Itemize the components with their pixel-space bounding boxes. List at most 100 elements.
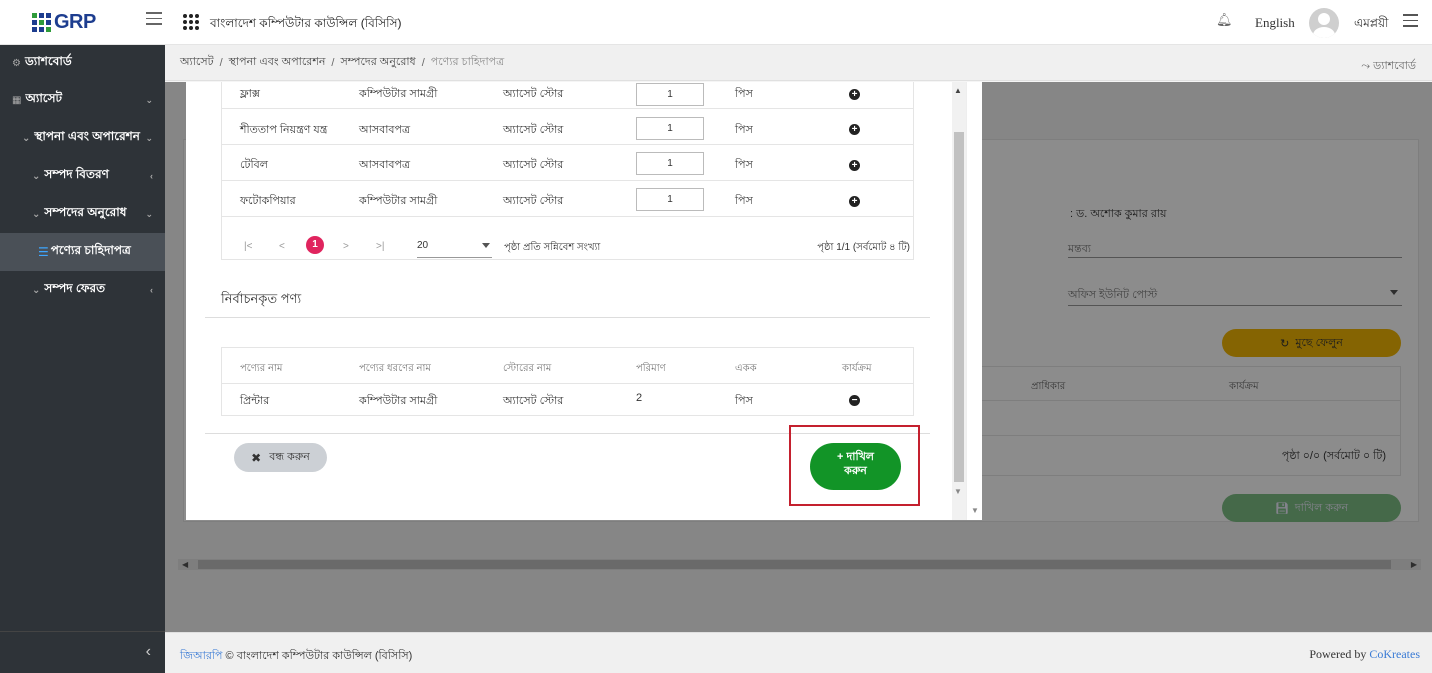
breadcrumb-item[interactable]: স্থাপনা এবং অপারেশন: [229, 53, 326, 72]
page-info: পৃষ্ঠা 1/1 (সর্বমোট ৪ টি): [817, 242, 910, 253]
scroll-up-icon[interactable]: ▲: [954, 86, 962, 95]
remove-icon[interactable]: −: [849, 395, 860, 406]
page-number-button[interactable]: 1: [306, 236, 324, 254]
sidebar-item-label: ড্যাশবোর্ড: [24, 54, 72, 68]
scroll-down-icon[interactable]: ▼: [954, 487, 962, 496]
sidebar-toggle-icon[interactable]: [146, 12, 162, 26]
selected-products-title: নির্বাচনকৃত পণ্য: [221, 291, 302, 306]
close-button[interactable]: ✖ বন্ধ করুন: [234, 443, 327, 472]
sidebar-footer: ‹: [0, 631, 165, 673]
submit-label-line2: করুন: [844, 465, 867, 477]
add-icon[interactable]: +: [849, 160, 860, 171]
sidebar-item-label: স্থাপনা এবং অপারেশন: [34, 129, 140, 143]
selected-products-table: পণ্যের নাম পণ্যের ধরণের নাম স্টোরের নাম …: [221, 347, 914, 416]
org-title: বাংলাদেশ কম্পিউটার কাউন্সিল (বিসিসি): [210, 16, 402, 30]
column-header: কার্যক্রম: [842, 363, 872, 374]
close-label: বন্ধ করুন: [269, 451, 310, 463]
menu-icon[interactable]: [1403, 14, 1418, 28]
bell-icon[interactable]: 🔔︎: [1216, 12, 1233, 28]
close-icon: ✖: [251, 450, 262, 465]
chevron-left-icon: ‹: [150, 285, 153, 295]
table-row: টেবিল আসবাবপত্র অ্যাসেট স্টোর 1 পিস +: [222, 145, 913, 181]
page-scrollbar[interactable]: ▼: [966, 82, 982, 520]
next-page-icon[interactable]: >: [343, 241, 349, 252]
logo-mark-icon: [32, 12, 51, 32]
product-type: আসবাবপত্র: [359, 124, 411, 136]
apps-grid-icon[interactable]: [183, 14, 199, 30]
quantity-input[interactable]: 1: [636, 188, 704, 211]
caret-down-icon: [482, 243, 490, 248]
sidebar-item-request[interactable]: ⌄ সম্পদের অনুরোধ ⌄: [0, 195, 165, 233]
store-name: অ্যাসেট স্টোর: [503, 395, 564, 407]
chevron-down-icon: ⌄: [145, 208, 153, 219]
breadcrumb-item[interactable]: অ্যাসেট: [180, 53, 214, 72]
scrollbar-thumb[interactable]: [954, 132, 964, 482]
page-size-select[interactable]: 20: [417, 236, 492, 258]
grp-logo[interactable]: GRP: [0, 0, 130, 45]
modal-scrollbar[interactable]: ▲ ▼: [952, 82, 966, 520]
asset-icon: ▦: [12, 94, 22, 106]
sidebar-item-label: সম্পদ ফেরত: [44, 281, 106, 295]
quantity-input[interactable]: 1: [636, 152, 704, 175]
product-name: ফটোকপিয়ার: [240, 195, 296, 207]
breadcrumb-separator: /: [331, 56, 335, 69]
powered-prefix: Powered by: [1309, 647, 1370, 661]
sidebar-item-dashboard[interactable]: ⚙ ড্যাশবোর্ড: [0, 45, 165, 81]
prev-page-icon[interactable]: <: [279, 241, 285, 252]
unit: পিস: [735, 395, 753, 407]
product-name: ফ্লাক্স: [240, 88, 260, 100]
dashboard-link-label: ড্যাশবোর্ড: [1373, 60, 1416, 72]
dashboard-icon: ⚙: [12, 57, 21, 69]
first-page-icon[interactable]: |<: [244, 241, 252, 252]
chevron-down-icon: ⌄: [32, 170, 41, 182]
add-icon[interactable]: +: [849, 196, 860, 207]
collapse-sidebar-icon[interactable]: ‹: [146, 643, 151, 661]
unit: পিস: [735, 124, 753, 136]
product-type: কম্পিউটার সামগ্রী: [359, 195, 438, 207]
dashboard-link[interactable]: ⤳ ড্যাশবোর্ড: [1361, 57, 1416, 76]
pagination: |< < 1 > >| 20 পৃষ্ঠা প্রতি সন্নিবেশ সংখ…: [222, 226, 913, 260]
avatar[interactable]: [1309, 8, 1339, 38]
breadcrumb-current: পণ্যের চাহিদাপত্র: [430, 56, 505, 68]
sidebar: ⚙ ড্যাশবোর্ড ▦ অ্যাসেট ⌄ ⌄ স্থাপনা এবং অ…: [0, 45, 165, 673]
sidebar-item-distribution[interactable]: ⌄ সম্পদ বিতরণ ‹: [0, 157, 165, 195]
sidebar-item-install-ops[interactable]: ⌄ স্থাপনা এবং অপারেশন ⌄: [0, 119, 165, 157]
product-name: শীততাপ নিয়ন্ত্রণ যন্ত্র: [240, 124, 328, 136]
scroll-down-icon[interactable]: ▼: [971, 506, 979, 515]
plus-icon: +: [836, 451, 844, 463]
product-type: কম্পিউটার সামগ্রী: [359, 395, 438, 407]
available-products-table: ফ্লাক্স কম্পিউটার সামগ্রী অ্যাসেট স্টোর …: [221, 82, 914, 260]
page-size-label: পৃষ্ঠা প্রতি সন্নিবেশ সংখ্যা: [504, 242, 601, 253]
language-switch[interactable]: English: [1255, 15, 1295, 31]
sidebar-item-return[interactable]: ⌄ সম্পদ ফেরত ‹: [0, 271, 165, 309]
column-header: একক: [735, 363, 757, 374]
footer-brand-link[interactable]: জিআরপি: [180, 650, 222, 662]
unit: পিস: [735, 159, 753, 171]
cokreates-link[interactable]: CoKreates: [1369, 647, 1420, 661]
sidebar-item-requisition[interactable]: ☰ পণ্যের চাহিদাপত্র: [0, 233, 165, 271]
sidebar-item-label: পণ্যের চাহিদাপত্র: [50, 243, 131, 257]
store-name: অ্যাসেট স্টোর: [503, 195, 564, 207]
footer-copyright: জিআরপি © বাংলাদেশ কম্পিউটার কাউন্সিল (বি…: [180, 647, 412, 666]
page-size-value: 20: [417, 240, 429, 251]
sidebar-item-label: অ্যাসেট: [25, 91, 63, 105]
breadcrumb-item[interactable]: সম্পদের অনুরোধ: [340, 53, 415, 72]
submit-label-line1: দাখিল: [846, 451, 875, 463]
last-page-icon[interactable]: >|: [376, 241, 384, 252]
sidebar-item-asset[interactable]: ▦ অ্যাসেট ⌄: [0, 81, 165, 119]
sidebar-item-label: সম্পদের অনুরোধ: [44, 205, 127, 219]
store-name: অ্যাসেট স্টোর: [503, 88, 564, 100]
table-row: ফটোকপিয়ার কম্পিউটার সামগ্রী অ্যাসেট স্ট…: [222, 181, 913, 217]
unit: পিস: [735, 88, 753, 100]
quantity-input[interactable]: 1: [636, 83, 704, 106]
add-icon[interactable]: +: [849, 89, 860, 100]
column-header: স্টোরের নাম: [503, 363, 552, 374]
submit-button[interactable]: + দাখিল করুন: [810, 443, 901, 490]
column-header: পণ্যের ধরণের নাম: [359, 363, 431, 374]
column-header: পরিমাণ: [636, 363, 666, 374]
add-icon[interactable]: +: [849, 124, 860, 135]
table-row: প্রিন্টার কম্পিউটার সামগ্রী অ্যাসেট স্টো…: [222, 384, 913, 416]
quantity-input[interactable]: 1: [636, 117, 704, 140]
user-name[interactable]: এমপ্লয়ী: [1354, 15, 1389, 35]
product-name: প্রিন্টার: [240, 395, 270, 407]
